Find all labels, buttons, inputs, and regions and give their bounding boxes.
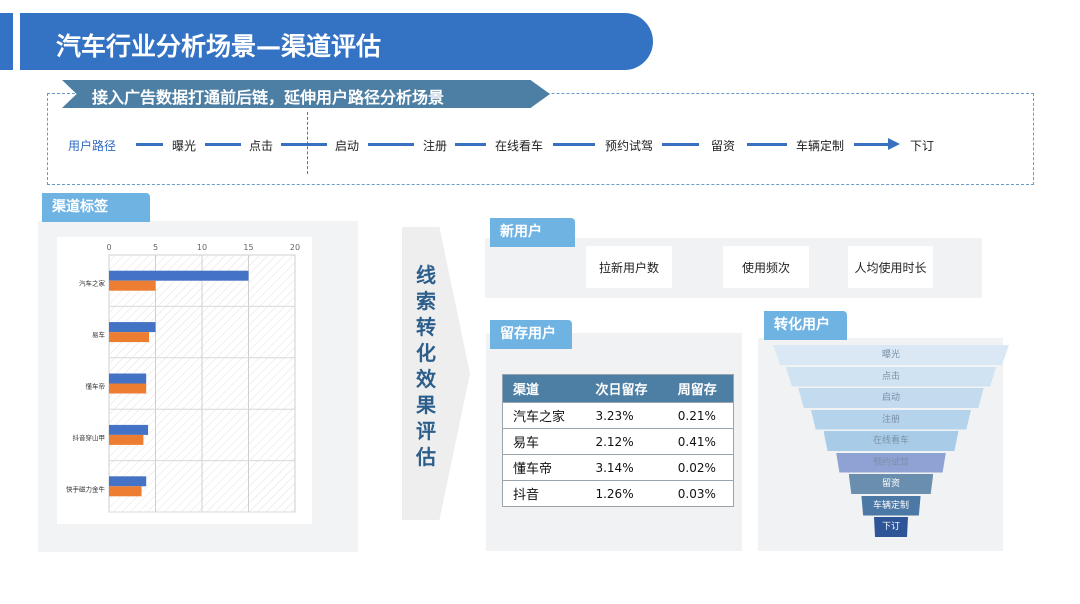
metric-usage-frequency: 使用频次 xyxy=(723,246,809,288)
chart-bar xyxy=(109,332,149,343)
table-row: 汽车之家 3.23% 0.21% xyxy=(502,402,734,429)
title-accent-bar xyxy=(0,13,13,70)
chart-bar xyxy=(109,476,147,487)
column-header: 周留存 xyxy=(667,374,734,403)
chart-bar xyxy=(109,280,156,291)
x-tick-label: 20 xyxy=(290,243,300,252)
category-label: 抖音穿山甲 xyxy=(73,433,106,442)
chart-bar xyxy=(109,424,149,435)
path-connector xyxy=(205,143,241,146)
conversion-funnel: 曝光 点击 启动 注册 在线看车 预约试驾 留资 车辆定制 下订 xyxy=(773,344,1015,544)
chart-bar xyxy=(109,270,249,281)
path-connector xyxy=(553,143,595,146)
path-step: 车辆定制 xyxy=(796,139,845,153)
funnel-step: 点击 xyxy=(785,366,997,387)
channel-bar-chart: 0 5 10 15 20 汽车之家易车懂车帝抖音穿山甲快手磁力金牛 xyxy=(66,243,300,513)
table-row: 易车 2.12% 0.41% xyxy=(502,428,734,455)
path-connector xyxy=(368,143,414,146)
path-arrowhead-icon xyxy=(888,138,900,150)
category-label: 汽车之家 xyxy=(79,279,106,288)
funnel-step: 注册 xyxy=(810,409,972,430)
funnel-step: 下订 xyxy=(874,517,908,537)
table-cell: 1.26% xyxy=(585,480,668,507)
category-label: 快手磁力金牛 xyxy=(66,484,106,493)
table-cell: 懂车帝 xyxy=(502,454,586,481)
table-cell: 抖音 xyxy=(502,480,586,507)
table-cell: 0.02% xyxy=(667,454,734,481)
path-step: 在线看车 xyxy=(495,139,544,153)
chart-bar xyxy=(109,322,156,333)
path-connector xyxy=(854,143,890,146)
path-connector xyxy=(747,143,787,146)
table-cell: 2.12% xyxy=(585,428,668,455)
table-cell: 汽车之家 xyxy=(502,402,586,429)
path-step: 曝光 xyxy=(172,139,197,153)
tab-new-user: 新用户 xyxy=(490,218,575,247)
path-connector xyxy=(281,143,327,146)
funnel-step: 预约试驾 xyxy=(836,452,946,473)
category-label: 懂车帝 xyxy=(86,382,106,391)
table-cell: 3.14% xyxy=(585,454,668,481)
column-header: 渠道 xyxy=(502,374,586,403)
tab-conversion: 转化用户 xyxy=(764,311,847,340)
funnel-step: 曝光 xyxy=(773,345,1009,365)
funnel-step: 车辆定制 xyxy=(861,495,921,516)
channel-chart: 0 5 10 15 20 汽车之家易车懂车帝抖音穿山甲快手磁力金牛 xyxy=(57,237,312,524)
table-row: 懂车帝 3.14% 0.02% xyxy=(502,454,734,481)
leads-evaluation-label: 线索转化效果评估 xyxy=(416,263,436,469)
page-title: 汽车行业分析场景—渠道评估 xyxy=(56,32,382,61)
chart-bar xyxy=(109,486,142,497)
table-cell: 3.23% xyxy=(585,402,668,429)
table-cell: 0.21% xyxy=(667,402,734,429)
chart-bar xyxy=(109,373,147,384)
path-connector xyxy=(455,143,486,146)
metric-new-users: 拉新用户数 xyxy=(586,246,672,288)
chart-bar xyxy=(109,434,144,445)
tab-retention: 留存用户 xyxy=(490,320,572,349)
path-banner-text: 接入广告数据打通前后链，延伸用户路径分析场景 xyxy=(92,88,445,107)
path-step: 启动 xyxy=(335,139,360,153)
path-step: 预约试驾 xyxy=(605,139,654,153)
funnel-step: 留资 xyxy=(848,474,934,494)
table-cell: 0.41% xyxy=(667,428,734,455)
path-connector xyxy=(136,143,163,146)
x-tick-label: 0 xyxy=(106,243,111,252)
chart-bar xyxy=(109,383,147,394)
path-connector xyxy=(662,143,699,146)
table-cell: 易车 xyxy=(502,428,586,455)
table-row: 抖音 1.26% 0.03% xyxy=(502,480,734,507)
path-step: 注册 xyxy=(423,139,448,153)
table-cell: 0.03% xyxy=(667,480,734,507)
x-tick-label: 15 xyxy=(243,243,253,252)
metric-avg-usage-time: 人均使用时长 xyxy=(848,246,933,288)
column-header: 次日留存 xyxy=(585,374,668,403)
path-step: 留资 xyxy=(711,139,736,153)
funnel-step: 在线看车 xyxy=(823,431,959,451)
path-step: 下订 xyxy=(910,139,935,153)
table-header-row: 渠道 次日留存 周留存 xyxy=(502,374,734,403)
tab-channel-tags: 渠道标签 xyxy=(42,193,150,222)
x-tick-label: 10 xyxy=(197,243,207,252)
path-step: 点击 xyxy=(249,139,274,153)
x-tick-label: 5 xyxy=(153,243,158,252)
funnel-step: 启动 xyxy=(798,388,984,408)
path-step-label: 用户路径 xyxy=(68,139,117,153)
retention-table: 渠道 次日留存 周留存 汽车之家 3.23% 0.21% 易车 2.12% 0.… xyxy=(502,374,734,507)
category-label: 易车 xyxy=(92,330,106,339)
